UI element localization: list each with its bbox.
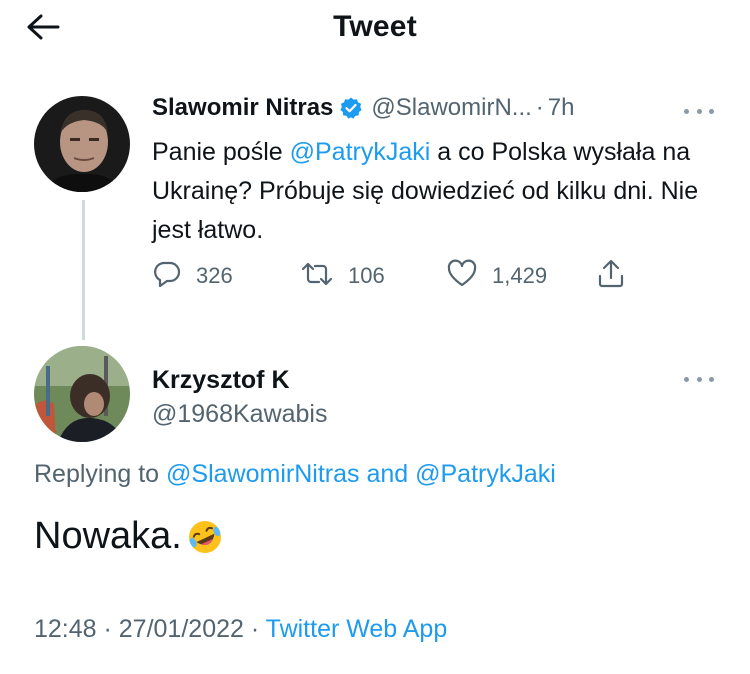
heart-icon	[446, 259, 478, 294]
verified-badge-icon	[339, 96, 363, 120]
reply-icon	[152, 259, 182, 294]
dot	[684, 376, 689, 382]
replying-and: and	[359, 460, 416, 488]
more-options-button[interactable]	[684, 105, 714, 117]
page-title: Tweet	[333, 10, 417, 43]
avatar-slawomir[interactable]	[34, 96, 130, 192]
top-bar: Tweet	[0, 0, 750, 60]
retweet-count: 106	[348, 263, 385, 288]
like-button[interactable]: 1,429	[446, 258, 547, 294]
avatar-krzysztof[interactable]	[34, 346, 130, 442]
replying-to: Replying to @SlawomirNitras and @PatrykJ…	[34, 460, 556, 489]
dot	[696, 376, 702, 382]
dot	[709, 376, 714, 382]
reply-tweet-text: Nowaka.	[34, 515, 224, 558]
author-handle[interactable]: @SlawomirN...	[371, 94, 531, 122]
reply-count: 326	[196, 263, 233, 288]
retweet-icon	[300, 259, 334, 294]
reply-author-handle[interactable]: @1968Kawabis	[152, 400, 328, 429]
replying-prefix: Replying to	[34, 460, 167, 488]
author-name[interactable]: Slawomir Nitras	[152, 94, 333, 122]
share-icon	[596, 258, 626, 295]
tweet-time[interactable]: 7h	[548, 94, 575, 122]
tweet-text-part: Panie pośle	[152, 138, 290, 166]
share-button[interactable]	[596, 258, 626, 294]
reply-text: Nowaka.	[34, 515, 182, 557]
replying-mention-1[interactable]: @SlawomirNitras	[166, 460, 359, 488]
replying-mention-2[interactable]: @PatrykJaki	[415, 460, 556, 488]
tweet-text: Panie pośle @PatrykJaki a co Polska wysł…	[152, 133, 712, 250]
reply-timestamp[interactable]: 12:48 · 27/01/2022 ·	[34, 615, 266, 643]
reply-more-options-button[interactable]	[684, 373, 714, 385]
reply-source[interactable]: Twitter Web App	[266, 615, 448, 643]
rolling-laughing-emoji-icon	[186, 518, 224, 556]
like-count: 1,429	[492, 263, 548, 288]
separator: ·	[535, 94, 544, 121]
dot	[684, 108, 689, 114]
retweet-button[interactable]: 106	[300, 258, 385, 294]
mention-link[interactable]: @PatrykJaki	[290, 138, 431, 166]
dot	[709, 108, 714, 114]
tweet-page: Tweet Slawomir Nitras @SlawomirN... · 7h	[0, 0, 750, 674]
reply-button[interactable]: 326	[152, 258, 233, 294]
reply-meta: 12:48 · 27/01/2022 · Twitter Web App	[34, 615, 447, 644]
reply-author-name[interactable]: Krzysztof K	[152, 366, 290, 395]
dot	[696, 108, 702, 114]
tweet-author-row: Slawomir Nitras @SlawomirN... · 7h	[152, 94, 575, 122]
thread-connector	[82, 200, 85, 340]
